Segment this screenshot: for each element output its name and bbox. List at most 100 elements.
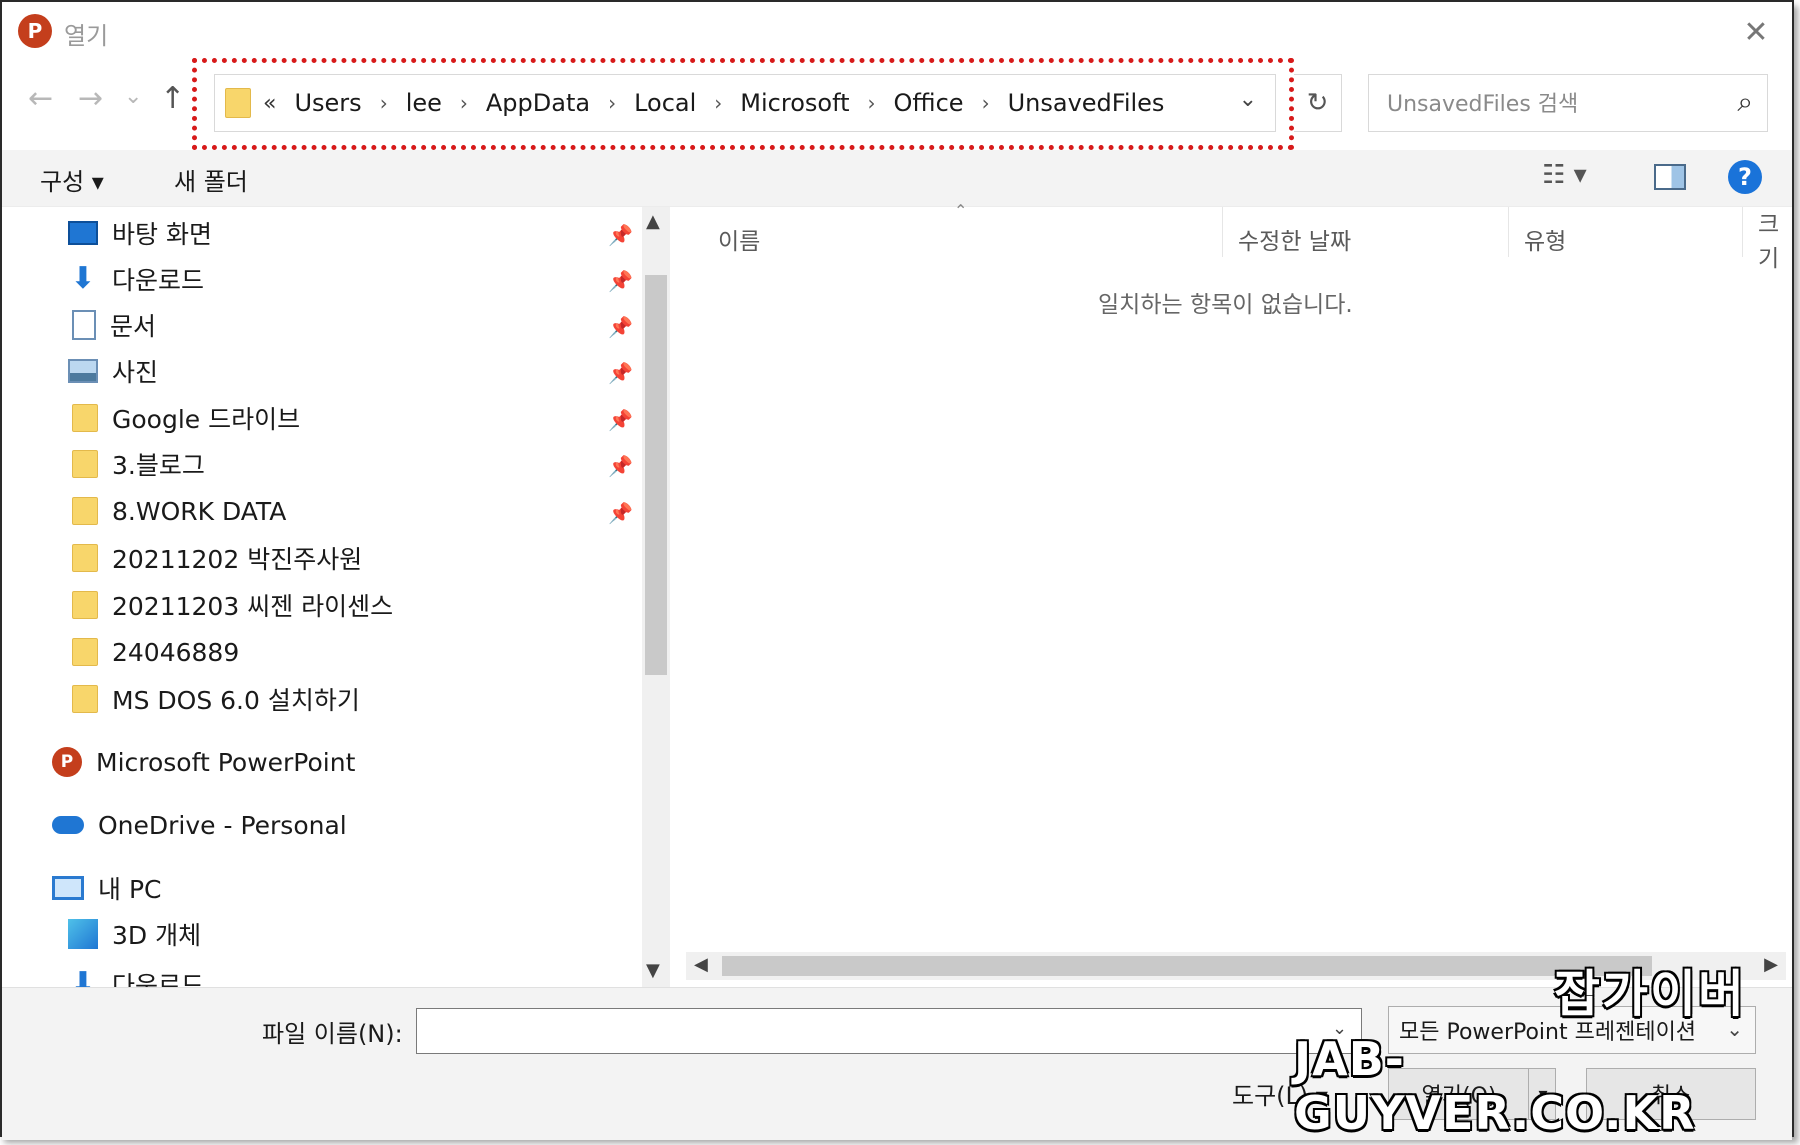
navigation-scrollbar[interactable]: ▲ ▼ [642,207,670,987]
pin-icon[interactable]: 📌 [608,315,633,339]
sidebar-item-label: Microsoft PowerPoint [96,747,356,777]
chevron-right-icon[interactable]: ▶ [1764,954,1778,975]
document-icon [72,310,96,340]
folder-icon [72,404,98,432]
chevron-left-icon[interactable]: ◀ [694,954,708,975]
command-toolbar: 구성 ▾ 새 폴더 ☷ ▾ ? [2,150,1792,207]
sidebar-item-folder-20211203[interactable]: 20211203 씨젠 라이센스 [72,583,393,627]
search-box[interactable]: ⌕ [1368,74,1768,133]
help-button[interactable]: ? [1728,160,1762,194]
folder-icon [72,591,98,619]
sidebar-item-label: 3.블로그 [112,451,205,480]
sidebar-item-label: 24046889 [112,637,240,667]
close-button[interactable]: ✕ [1734,12,1778,52]
cube-icon [68,919,98,949]
filename-input[interactable] [416,1008,1362,1054]
folder-icon [72,685,98,713]
folder-icon [72,544,98,572]
pin-icon[interactable]: 📌 [608,223,633,247]
sidebar-item-downloads-pc[interactable]: ⬇ 다운로드 [68,962,205,988]
sidebar-item-powerpoint[interactable]: P Microsoft PowerPoint [52,740,355,784]
pin-icon[interactable]: 📌 [608,269,633,293]
chevron-down-icon[interactable]: ▼ [646,960,660,981]
refresh-icon: ↻ [1306,88,1329,118]
sidebar-item-label: 3D 개체 [112,921,202,950]
sidebar-item-onedrive[interactable]: OneDrive - Personal [52,803,347,847]
download-icon: ⬇ [70,261,96,296]
scrollbar-thumb[interactable] [645,275,667,675]
navigation-pane: 바탕 화면 📌 ⬇ 다운로드 📌 문서 📌 사진 📌 Google 드라이브 📌… [2,207,670,987]
chevron-up-icon[interactable]: ▲ [646,211,660,232]
sidebar-item-blog[interactable]: 3.블로그 [72,442,205,486]
forward-button[interactable]: → [78,84,103,114]
view-options-button[interactable]: ☷ ▾ [1542,160,1587,190]
search-icon[interactable]: ⌕ [1737,85,1753,119]
arrow-up-icon: ↑ [160,81,186,116]
sidebar-item-folder-20211202[interactable]: 20211202 박진주사원 [72,536,362,580]
search-input[interactable] [1369,75,1729,133]
sidebar-item-downloads[interactable]: ⬇ 다운로드 [68,257,204,301]
column-header-name[interactable]: 이름 [718,217,760,261]
sidebar-item-folder-24046889[interactable]: 24046889 [72,630,239,674]
sidebar-item-desktop[interactable]: 바탕 화면 [68,211,212,255]
address-highlight-annotation [192,58,1294,150]
back-button[interactable]: ← [28,84,53,114]
folder-icon [72,497,98,525]
column-header-label: 이름 [718,229,761,255]
close-icon: ✕ [1743,14,1769,50]
sidebar-item-label: 20211203 씨젠 라이센스 [112,592,394,621]
pin-icon[interactable]: 📌 [608,454,633,478]
sidebar-item-pictures[interactable]: 사진 [68,349,158,393]
column-header-label: 유형 [1524,229,1567,255]
sidebar-item-work-data[interactable]: 8.WORK DATA [72,489,286,533]
column-header-label: 수정한 날짜 [1238,229,1352,255]
sidebar-item-ms-dos[interactable]: MS DOS 6.0 설치하기 [72,677,360,721]
sidebar-item-label: OneDrive - Personal [98,810,347,840]
sidebar-item-label: 다운로드 [112,266,205,295]
sidebar-item-google-drive[interactable]: Google 드라이브 [72,396,300,440]
new-folder-button[interactable]: 새 폴더 [174,162,248,197]
sidebar-item-this-pc[interactable]: 내 PC [52,866,161,910]
column-header-modified[interactable]: 수정한 날짜 [1238,217,1351,261]
folder-icon [72,450,98,478]
sidebar-item-label: 8.WORK DATA [112,496,287,526]
sidebar-item-label: 문서 [110,312,157,341]
up-button[interactable]: ↑ [160,84,185,114]
filename-label: 파일 이름(N): [262,1020,403,1048]
sidebar-item-label: 내 PC [98,875,162,904]
scrollbar-thumb[interactable] [722,956,1652,976]
sort-ascending-icon: ⌃ [954,201,968,220]
organize-button[interactable]: 구성 ▾ [40,162,104,197]
sidebar-item-3d-objects[interactable]: 3D 개체 [68,912,201,956]
pin-icon[interactable]: 📌 [608,408,633,432]
download-icon: ⬇ [70,966,96,988]
sidebar-item-label: MS DOS 6.0 설치하기 [112,686,360,715]
picture-icon [68,359,98,383]
preview-pane-button[interactable] [1654,164,1686,190]
open-file-dialog: P 열기 ✕ ← → ⌄ ↑ « Users › lee › AppData ›… [0,0,1794,1140]
powerpoint-icon: P [52,747,82,777]
column-divider[interactable] [1508,207,1509,257]
sidebar-item-label: 사진 [112,358,159,387]
column-divider[interactable] [1742,207,1743,257]
watermark-korean: 잡가이버 [1554,965,1746,1023]
chevron-down-icon: ⌄ [124,84,143,109]
file-list: ⌃ 이름 수정한 날짜 유형 크기 일치하는 항목이 없습니다. [678,201,1792,987]
sidebar-item-label: 20211202 박진주사원 [112,545,363,574]
arrow-right-icon: → [78,81,104,116]
empty-folder-message: 일치하는 항목이 없습니다. [1098,292,1353,318]
column-header-size[interactable]: 크기 [1758,212,1792,272]
powerpoint-app-icon: P [18,14,52,48]
pin-icon[interactable]: 📌 [608,361,633,385]
sidebar-item-documents[interactable]: 문서 [72,303,156,347]
watermark-url: JAB-GUYVER.CO.KR [1294,1032,1696,1140]
pin-icon[interactable]: 📌 [608,501,633,525]
column-header-type[interactable]: 유형 [1524,217,1566,261]
sidebar-item-label: Google 드라이브 [112,405,301,434]
dialog-title: 열기 [64,22,109,50]
sidebar-item-label: 다운로드 [112,971,205,987]
recent-locations-button[interactable]: ⌄ [124,82,142,112]
column-divider[interactable] [1222,207,1223,257]
refresh-button[interactable]: ↻ [1294,74,1342,132]
title-bar: P 열기 ✕ [2,2,1792,62]
